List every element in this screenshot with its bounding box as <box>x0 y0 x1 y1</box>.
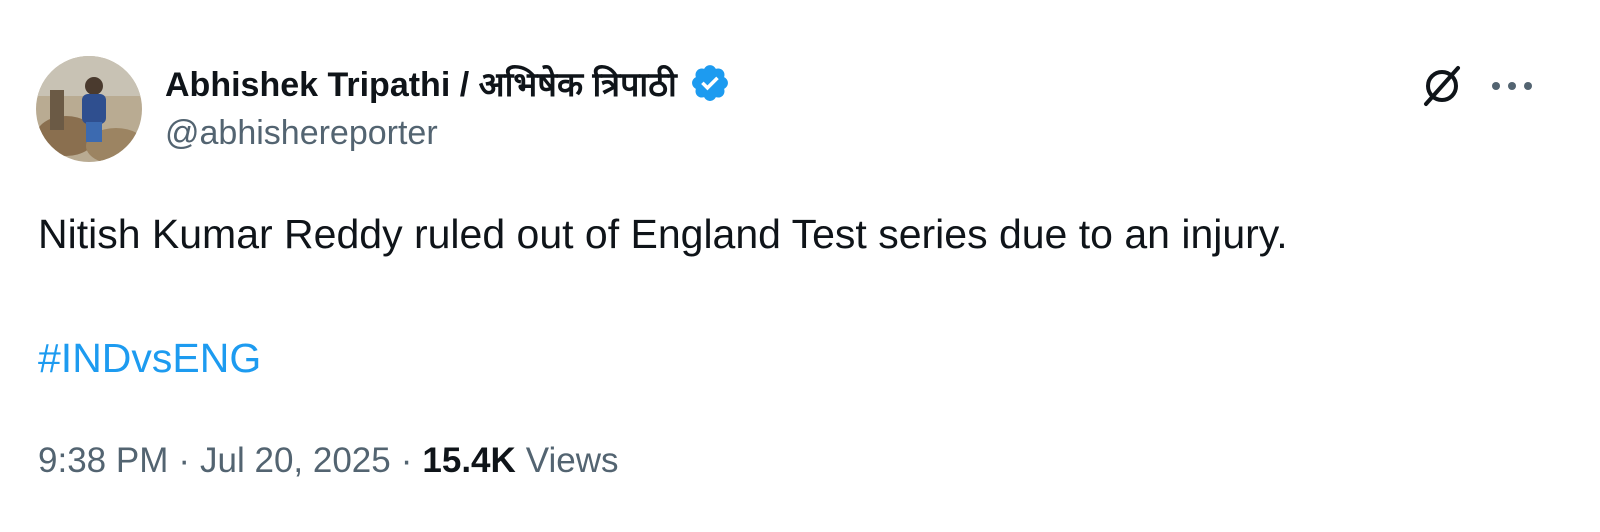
meta-separator: · <box>178 441 191 480</box>
tweet-card: Abhishek Tripathi / अभिषेक त्रिपाठी @abh… <box>0 0 1600 532</box>
avatar-photo <box>36 56 142 162</box>
more-options-button[interactable] <box>1484 58 1540 114</box>
views-label: Views <box>525 441 619 480</box>
author-display-name[interactable]: Abhishek Tripathi / अभिषेक त्रिपाठी <box>165 60 677 106</box>
author-name-row: Abhishek Tripathi / अभिषेक त्रिपाठी <box>165 58 731 108</box>
views-count: 15.4K <box>422 441 516 480</box>
tweet-meta: 9:38 PM · Jul 20, 2025 · 15.4K Views <box>38 436 619 486</box>
author-handle[interactable]: @abhishereporter <box>165 114 438 153</box>
tweet-text: Nitish Kumar Reddy ruled out of England … <box>38 211 1288 257</box>
more-options-icon <box>1492 82 1532 90</box>
hashtag-link[interactable]: #INDvsENG <box>38 330 261 386</box>
tweet-date[interactable]: Jul 20, 2025 <box>200 441 391 481</box>
verified-badge-icon <box>691 65 728 101</box>
grok-button[interactable] <box>1414 58 1470 114</box>
tweet-time[interactable]: 9:38 PM <box>38 441 168 481</box>
avatar[interactable] <box>36 56 142 162</box>
grok-icon <box>1424 66 1460 106</box>
meta-separator: · <box>400 441 413 480</box>
